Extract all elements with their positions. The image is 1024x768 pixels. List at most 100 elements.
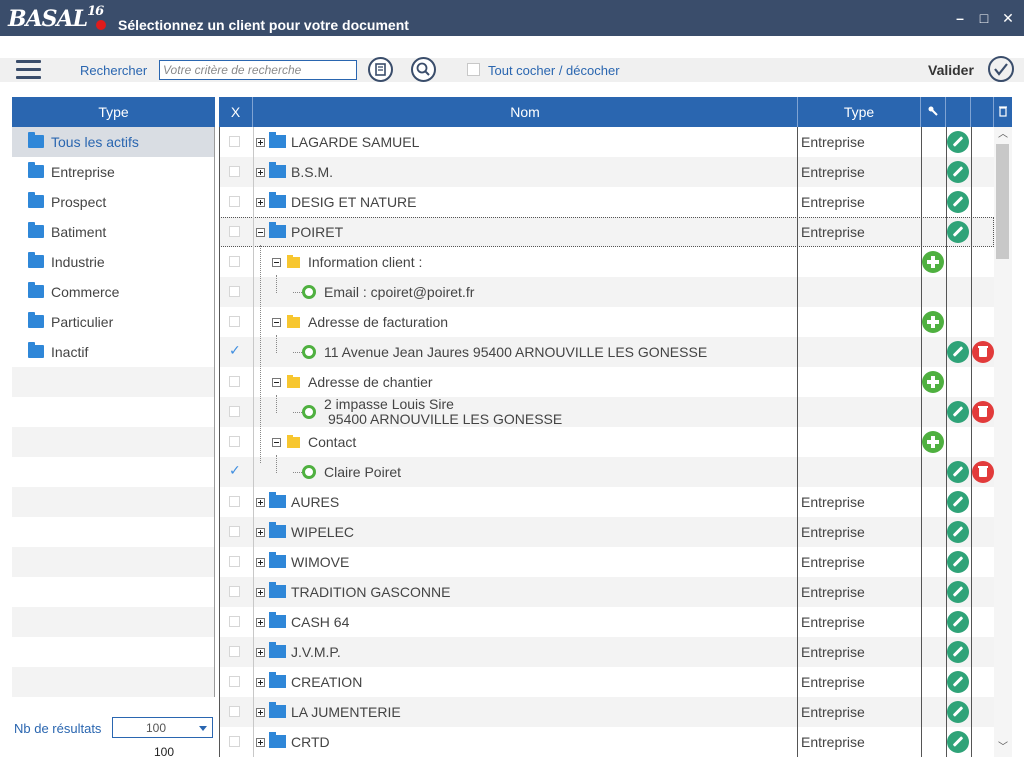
row-checkbox[interactable] [229,736,240,747]
table-row[interactable]: CRTD Entreprise [219,727,994,757]
row-checkbox[interactable] [229,526,240,537]
delete-button[interactable] [972,401,994,423]
table-row[interactable]: TRADITION GASCONNE Entreprise [219,577,994,607]
edit-button[interactable] [947,581,969,603]
expand-icon[interactable] [256,618,265,627]
row-checkbox[interactable] [229,376,240,387]
results-count-select[interactable]: 100 [112,717,213,738]
table-row[interactable]: CREATION Entreprise [219,667,994,697]
table-row[interactable]: 2 impasse Louis Sire 95400 ARNOUVILLE LES… [219,397,994,427]
type-item[interactable]: Commerce [12,277,215,307]
add-button[interactable] [922,431,944,453]
table-row[interactable]: LA JUMENTERIE Entreprise [219,697,994,727]
scroll-down-icon[interactable]: ﹀ [997,742,1009,754]
type-item[interactable]: Particulier [12,307,215,337]
table-row[interactable]: Email : cpoiret@poiret.fr [219,277,994,307]
row-checkbox[interactable] [229,616,240,627]
row-checkbox[interactable] [229,706,240,717]
collapse-icon[interactable] [272,378,281,387]
collapse-icon[interactable] [272,438,281,447]
validate-button[interactable]: Valider [928,62,974,78]
table-row[interactable]: AURES Entreprise [219,487,994,517]
column-header-check[interactable]: X [219,97,253,127]
type-item[interactable]: Entreprise [12,157,215,187]
table-row[interactable]: Claire Poiret [219,457,994,487]
row-checkbox[interactable] [229,286,240,297]
delete-button[interactable] [972,341,994,363]
edit-button[interactable] [947,641,969,663]
row-checkbox[interactable] [229,196,240,207]
column-header-trash[interactable] [994,97,1012,127]
row-checkbox[interactable] [229,226,240,237]
table-row[interactable]: B.S.M. Entreprise [219,157,994,187]
vertical-scrollbar[interactable]: ︿ ﹀ [994,127,1012,757]
type-item[interactable]: Batiment [12,217,215,247]
row-checkbox[interactable] [229,342,241,359]
edit-button[interactable] [947,221,969,243]
expand-icon[interactable] [256,708,265,717]
edit-button[interactable] [947,671,969,693]
menu-icon[interactable] [16,60,41,80]
table-row[interactable]: 11 Avenue Jean Jaures 95400 ARNOUVILLE L… [219,337,994,367]
edit-button[interactable] [947,551,969,573]
maximize-button[interactable]: □ [974,8,994,28]
edit-button[interactable] [947,131,969,153]
edit-button[interactable] [947,191,969,213]
edit-button[interactable] [947,341,969,363]
edit-button[interactable] [947,521,969,543]
edit-button[interactable] [947,731,969,753]
row-checkbox[interactable] [229,436,240,447]
search-input[interactable] [159,60,357,80]
edit-button[interactable] [947,401,969,423]
row-checkbox[interactable] [229,462,241,479]
checkmark-icon[interactable] [988,56,1014,82]
delete-button[interactable] [972,461,994,483]
expand-icon[interactable] [256,138,265,147]
row-checkbox[interactable] [229,586,240,597]
check-all-checkbox[interactable] [467,63,480,76]
expand-icon[interactable] [256,198,265,207]
expand-icon[interactable] [256,528,265,537]
row-checkbox[interactable] [229,676,240,687]
close-button[interactable]: ✕ [998,8,1018,28]
minimize-button[interactable]: – [950,8,970,28]
row-checkbox[interactable] [229,646,240,657]
table-row[interactable]: CASH 64 Entreprise [219,607,994,637]
table-row[interactable]: J.V.M.P. Entreprise [219,637,994,667]
row-checkbox[interactable] [229,166,240,177]
collapse-icon[interactable] [272,318,281,327]
check-all-label[interactable]: Tout cocher / décocher [488,63,620,78]
row-checkbox[interactable] [229,556,240,567]
table-row[interactable]: WIPELEC Entreprise [219,517,994,547]
expand-icon[interactable] [256,168,265,177]
column-header-type[interactable]: Type [798,97,921,127]
document-search-icon[interactable] [368,57,393,82]
collapse-icon[interactable] [272,258,281,267]
type-item[interactable]: Inactif [12,337,215,367]
edit-button[interactable] [947,161,969,183]
add-button[interactable] [922,251,944,273]
add-button[interactable] [922,371,944,393]
edit-button[interactable] [947,701,969,723]
table-row[interactable]: POIRET Entreprise [219,217,994,247]
table-row[interactable]: Adresse de facturation [219,307,994,337]
row-checkbox[interactable] [229,136,240,147]
scroll-thumb[interactable] [996,144,1009,259]
expand-icon[interactable] [256,588,265,597]
type-item[interactable]: Industrie [12,247,215,277]
table-row[interactable]: WIMOVE Entreprise [219,547,994,577]
edit-button[interactable] [947,611,969,633]
row-checkbox[interactable] [229,256,240,267]
expand-icon[interactable] [256,498,265,507]
expand-icon[interactable] [256,648,265,657]
table-row[interactable]: Adresse de chantier [219,367,994,397]
expand-icon[interactable] [256,558,265,567]
row-checkbox[interactable] [229,496,240,507]
edit-button[interactable] [947,491,969,513]
search-icon[interactable] [411,57,436,82]
table-row[interactable]: Information client : [219,247,994,277]
table-row[interactable]: DESIG ET NATURE Entreprise [219,187,994,217]
add-button[interactable] [922,311,944,333]
expand-icon[interactable] [256,738,265,747]
type-item[interactable]: Tous les actifs [12,127,215,157]
